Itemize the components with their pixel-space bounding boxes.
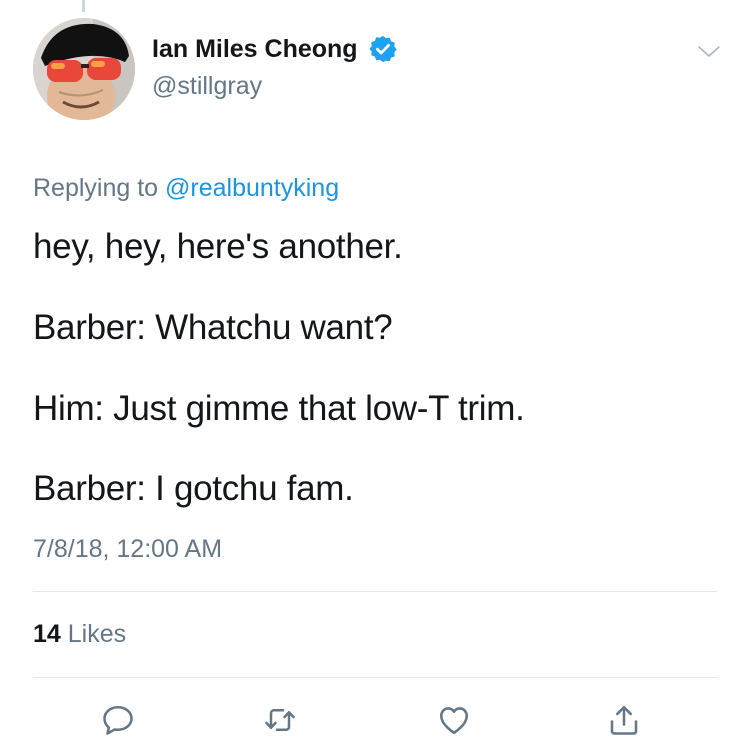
avatar-photo: [33, 18, 135, 120]
replying-to-prefix: Replying to: [33, 174, 159, 202]
tweet-timestamp[interactable]: 7/8/18, 12:00 AM: [33, 535, 222, 564]
share-icon: [610, 705, 638, 735]
avatar[interactable]: [33, 18, 135, 120]
likes-count[interactable]: 14 Likes: [33, 620, 126, 649]
share-button[interactable]: [606, 702, 642, 738]
thread-connector-line: [82, 0, 85, 12]
tweet-text-line: Barber: Whatchu want?: [33, 308, 393, 347]
likes-number: 14: [33, 620, 61, 648]
author-display-name[interactable]: Ian Miles Cheong: [152, 35, 358, 64]
tweet-text-line: Him: Just gimme that low-T trim.: [33, 389, 525, 428]
retweet-button[interactable]: [262, 702, 298, 738]
divider: [33, 677, 717, 678]
chevron-down-icon[interactable]: [697, 40, 721, 64]
verified-badge-icon: [368, 35, 397, 63]
likes-label: Likes: [67, 620, 127, 648]
author-handle[interactable]: @stillgray: [152, 72, 262, 101]
author-name-row: Ian Miles Cheong: [152, 34, 398, 64]
like-icon: [439, 707, 469, 735]
retweet-icon: [265, 708, 295, 732]
divider: [33, 591, 717, 592]
replying-to: Replying to @realbuntyking: [33, 174, 339, 203]
tweet-text-line: hey, hey, here's another.: [33, 227, 403, 266]
reply-button[interactable]: [100, 702, 136, 738]
like-button[interactable]: [436, 702, 472, 738]
tweet-text-line: Barber: I gotchu fam.: [33, 469, 354, 508]
replying-to-mention[interactable]: @realbuntyking: [165, 174, 339, 202]
reply-icon: [103, 705, 133, 735]
